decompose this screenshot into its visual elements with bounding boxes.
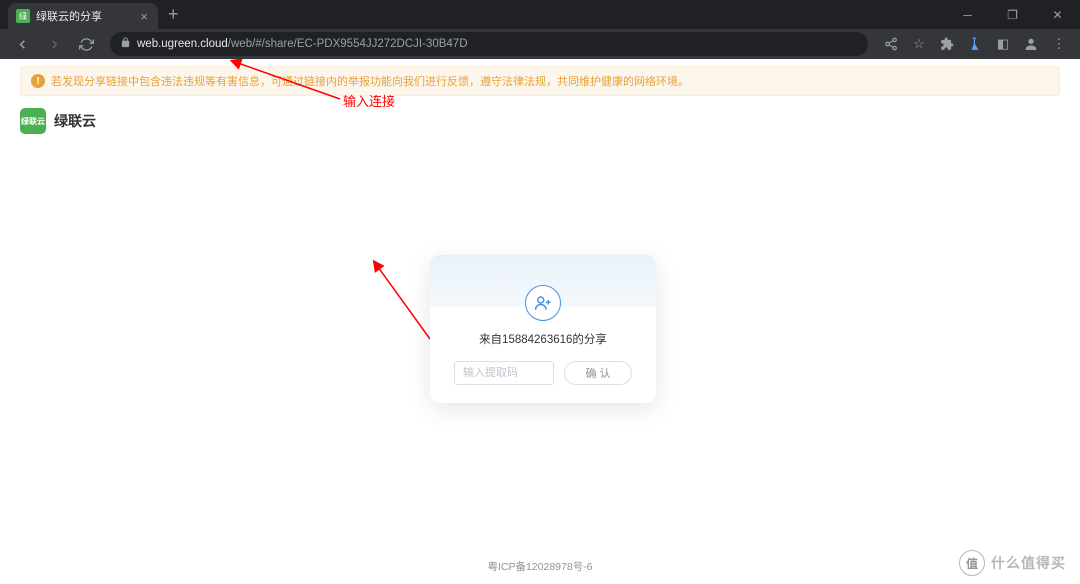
browser-window: 绿 绿联云的分享 × + ─ ❐ ✕ web.ugreen.cloud/web/… <box>0 0 1080 584</box>
ext-flask-icon[interactable] <box>962 31 988 57</box>
minimize-button[interactable]: ─ <box>945 0 990 29</box>
tab-favicon: 绿 <box>16 9 30 23</box>
profile-icon[interactable] <box>1018 31 1044 57</box>
close-window-button[interactable]: ✕ <box>1035 0 1080 29</box>
brand-logo: 绿联云 <box>20 108 46 134</box>
share-title: 来自15884263616的分享 <box>430 331 656 347</box>
share-icon[interactable] <box>878 31 904 57</box>
page-viewport: ! 若发现分享链接中包含违法违规等有害信息，可通过链接内的举报功能向我们进行反馈… <box>0 59 1080 584</box>
menu-icon[interactable]: ⋮ <box>1046 31 1072 57</box>
confirm-button[interactable]: 确 认 <box>564 361 632 385</box>
browser-toolbar: web.ugreen.cloud/web/#/share/EC-PDX9554J… <box>0 29 1080 59</box>
extraction-code-input[interactable] <box>454 361 554 385</box>
watermark-text: 什么值得买 <box>991 553 1066 573</box>
extensions-icon[interactable] <box>934 31 960 57</box>
new-tab-button[interactable]: + <box>168 4 179 25</box>
brand-row: 绿联云 绿联云 <box>20 108 1060 134</box>
watermark-icon: 值 <box>959 550 985 576</box>
input-row: 确 认 <box>430 361 656 385</box>
address-bar[interactable]: web.ugreen.cloud/web/#/share/EC-PDX9554J… <box>110 32 868 56</box>
tab-close-icon[interactable]: × <box>140 9 148 24</box>
warning-text: 若发现分享链接中包含违法违规等有害信息，可通过链接内的举报功能向我们进行反馈，遵… <box>51 73 689 89</box>
share-card: 来自15884263616的分享 确 认 <box>430 255 656 403</box>
avatar-icon <box>525 285 561 321</box>
tab-title: 绿联云的分享 <box>36 8 134 24</box>
browser-tab[interactable]: 绿 绿联云的分享 × <box>8 3 158 29</box>
card-header <box>430 255 656 307</box>
annotation-label-1: 输入连接 <box>343 91 395 110</box>
back-button[interactable] <box>8 30 36 58</box>
maximize-button[interactable]: ❐ <box>990 0 1035 29</box>
toolbar-right: ☆ ◧ ⋮ <box>878 31 1072 57</box>
star-icon[interactable]: ☆ <box>906 31 932 57</box>
footer-icp[interactable]: 粤ICP备12028978号-6 <box>0 559 1080 574</box>
forward-button[interactable] <box>40 30 68 58</box>
url-text: web.ugreen.cloud/web/#/share/EC-PDX9554J… <box>137 38 468 50</box>
warning-icon: ! <box>31 74 45 88</box>
warning-banner: ! 若发现分享链接中包含违法违规等有害信息，可通过链接内的举报功能向我们进行反馈… <box>20 66 1060 96</box>
titlebar: 绿 绿联云的分享 × + ─ ❐ ✕ <box>0 0 1080 29</box>
ext-square-icon[interactable]: ◧ <box>990 31 1016 57</box>
watermark: 值 什么值得买 <box>959 550 1066 576</box>
window-controls: ─ ❐ ✕ <box>945 0 1080 29</box>
lock-icon <box>120 37 131 51</box>
brand-name: 绿联云 <box>54 111 96 131</box>
reload-button[interactable] <box>72 30 100 58</box>
